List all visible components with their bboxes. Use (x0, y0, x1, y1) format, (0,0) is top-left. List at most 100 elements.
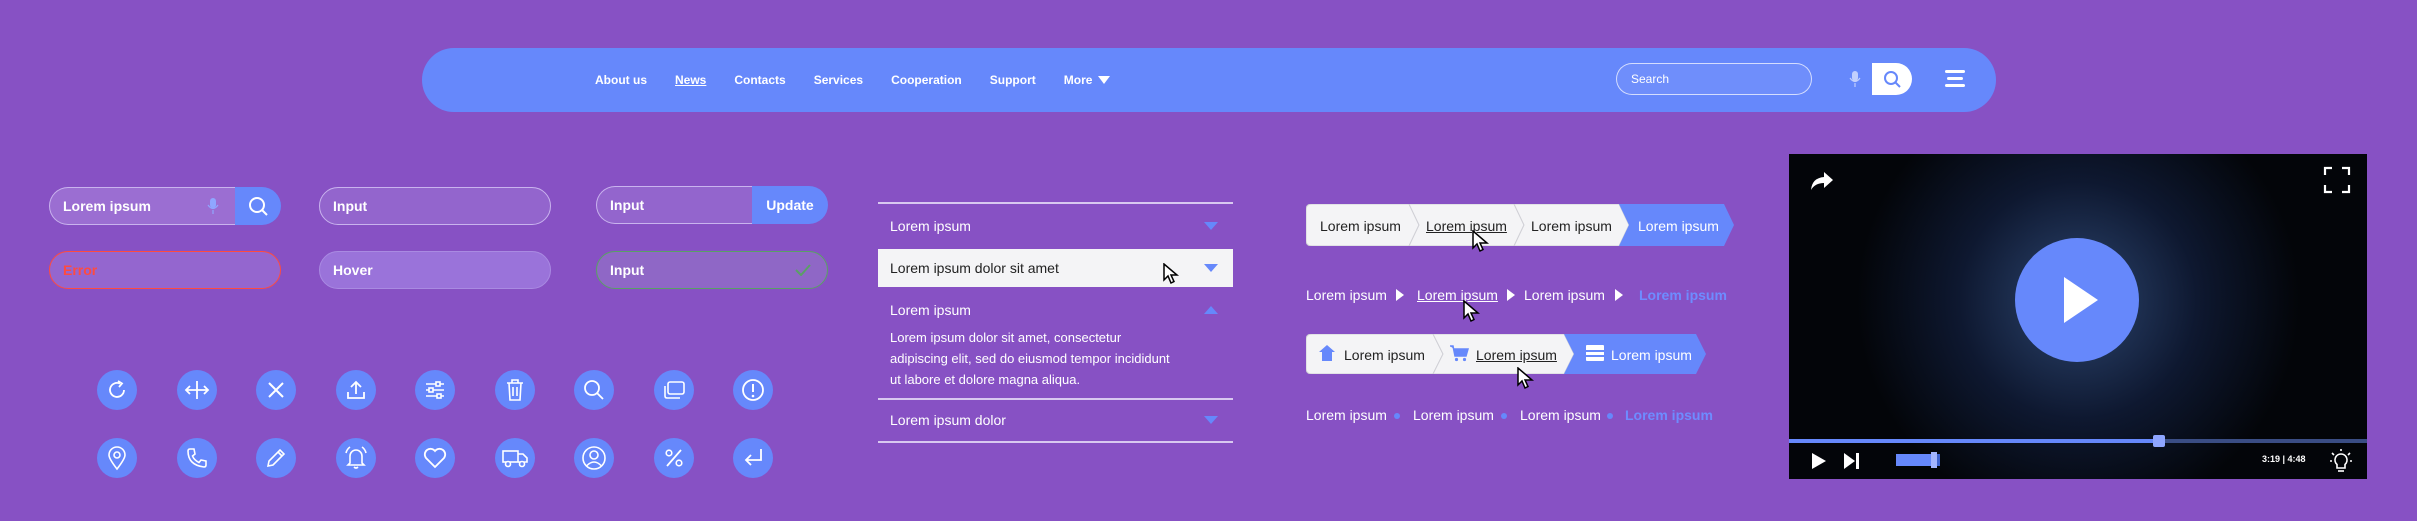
enter-icon[interactable] (733, 438, 773, 478)
nav-more-dropdown[interactable]: More (1064, 73, 1111, 87)
search-input[interactable]: Search (1616, 63, 1861, 95)
nav-link-cooperation[interactable]: Cooperation (891, 73, 962, 87)
dot-separator (1394, 413, 1400, 419)
refresh-icon[interactable] (97, 370, 137, 410)
lightbulb-icon[interactable] (2329, 448, 2353, 474)
chevron-down-icon (1204, 264, 1218, 272)
microphone-icon[interactable] (207, 198, 219, 214)
nav-more-label: More (1063, 73, 1093, 87)
breadcrumb-item[interactable]: Lorem ipsum (1520, 407, 1601, 423)
bell-icon[interactable] (336, 438, 376, 478)
accordion-item-3-label: Lorem ipsum (890, 302, 971, 318)
text-input[interactable]: Input (319, 187, 551, 225)
breadcrumb-item[interactable]: Lorem ipsum (1320, 218, 1401, 234)
cart-icon (1450, 345, 1469, 362)
breadcrumb-item[interactable]: Lorem ipsum (1413, 407, 1494, 423)
accordion-item-4-label: Lorem ipsum dolor (890, 412, 1006, 428)
accordion-body-line: ut labore et dolore magna aliqua. (890, 372, 1081, 387)
accordion-item-4[interactable]: Lorem ipsum dolor (878, 400, 1233, 440)
check-icon (795, 264, 811, 276)
accordion-item-2-label: Lorem ipsum dolor sit amet (890, 260, 1059, 276)
search-submit-button[interactable] (235, 187, 281, 225)
breadcrumb-item[interactable]: Lorem ipsum (1306, 407, 1387, 423)
play-button-large[interactable] (2015, 238, 2139, 362)
breadcrumb-item-active: Lorem ipsum (1625, 407, 1713, 423)
nav-links: About us News Contacts Services Cooperat… (595, 48, 1138, 112)
location-pin-icon[interactable] (97, 438, 137, 478)
cursor-pointer-icon (1463, 300, 1481, 323)
truck-icon[interactable] (495, 438, 535, 478)
home-icon (1319, 345, 1335, 361)
nav-link-about[interactable]: About us (595, 73, 647, 87)
windows-icon[interactable] (654, 370, 694, 410)
pencil-icon[interactable] (256, 438, 296, 478)
breadcrumb-item[interactable]: Lorem ipsum (1524, 287, 1605, 303)
search-icon (249, 197, 268, 216)
trash-icon[interactable] (495, 370, 535, 410)
accordion-item-1-label: Lorem ipsum (890, 218, 971, 234)
volume-handle[interactable] (1930, 452, 1937, 468)
percent-icon[interactable] (654, 438, 694, 478)
hover-input-value: Hover (333, 262, 373, 278)
nav-link-news[interactable]: News (675, 73, 706, 87)
upload-icon[interactable] (336, 370, 376, 410)
search-field[interactable]: Lorem ipsum (49, 187, 235, 225)
chevron-up-icon (1204, 306, 1218, 314)
skip-next-icon[interactable] (1843, 452, 1861, 470)
cursor-pointer-icon (1517, 367, 1535, 390)
arrow-right-icon (1396, 289, 1404, 301)
nav-link-support[interactable]: Support (990, 73, 1036, 87)
update-button[interactable]: Update (752, 186, 828, 224)
text-input-placeholder: Input (333, 198, 368, 214)
error-field[interactable]: Error (49, 251, 281, 289)
update-input[interactable]: Input (596, 186, 752, 224)
error-field-value: Error (63, 262, 98, 278)
volume-fill (1896, 454, 1934, 466)
chevron-down-icon (1204, 222, 1218, 230)
close-icon[interactable] (256, 370, 296, 410)
breadcrumb-item-hover[interactable]: Lorem ipsum (1426, 218, 1507, 234)
nav-link-contacts[interactable]: Contacts (734, 73, 785, 87)
accordion-item-2[interactable]: Lorem ipsum dolor sit amet (878, 249, 1233, 287)
search-button[interactable] (1872, 63, 1912, 95)
accordion-item-3-expanded[interactable]: Lorem ipsum Lorem ipsum dolor sit amet, … (878, 292, 1233, 396)
dot-separator (1501, 413, 1507, 419)
accordion-body-line: adipiscing elit, sed do eiusmod tempor i… (890, 351, 1170, 366)
search-icon[interactable] (574, 370, 614, 410)
hover-input[interactable]: Hover (319, 251, 551, 289)
share-icon[interactable] (1809, 170, 1835, 192)
time-display: 3:19 | 4:48 (2262, 454, 2306, 464)
dot-separator (1607, 413, 1613, 419)
fullscreen-icon[interactable] (2323, 166, 2351, 194)
cursor-pointer-icon (1472, 230, 1490, 253)
breadcrumb-item[interactable]: Lorem ipsum (1531, 218, 1612, 234)
breadcrumb-item[interactable]: Lorem ipsum (1344, 347, 1425, 363)
success-input-value: Input (610, 262, 645, 278)
heart-icon[interactable] (415, 438, 455, 478)
breadcrumb-item-hover[interactable]: Lorem ipsum (1417, 287, 1498, 303)
sliders-icon[interactable] (415, 370, 455, 410)
phone-icon[interactable] (177, 438, 217, 478)
arrow-right-icon (1507, 289, 1515, 301)
video-player[interactable]: 3:19 | 4:48 (1789, 154, 2367, 479)
nav-link-services[interactable]: Services (814, 73, 863, 87)
accordion-body-line: Lorem ipsum dolor sit amet, consectetur (890, 330, 1122, 345)
microphone-icon[interactable] (1849, 71, 1861, 87)
breadcrumb-item[interactable]: Lorem ipsum (1306, 287, 1387, 303)
breadcrumb-item-hover[interactable]: Lorem ipsum (1476, 347, 1557, 363)
progress-handle[interactable] (2152, 435, 2165, 447)
user-icon[interactable] (574, 438, 614, 478)
search-placeholder: Search (1631, 72, 1670, 86)
resize-horizontal-icon[interactable] (177, 370, 217, 410)
progress-fill (1789, 439, 2159, 443)
alert-icon[interactable] (733, 370, 773, 410)
search-icon (1884, 71, 1901, 88)
accordion-item-1[interactable]: Lorem ipsum (878, 204, 1233, 246)
breadcrumb-item-active: Lorem ipsum (1611, 347, 1692, 363)
chevron-down-icon (1204, 416, 1218, 424)
hamburger-menu-icon[interactable] (1943, 68, 1967, 88)
accordion-divider (878, 441, 1233, 443)
play-icon[interactable] (1811, 452, 1827, 470)
success-input[interactable]: Input (596, 251, 828, 289)
navbar: About us News Contacts Services Cooperat… (422, 48, 1996, 112)
